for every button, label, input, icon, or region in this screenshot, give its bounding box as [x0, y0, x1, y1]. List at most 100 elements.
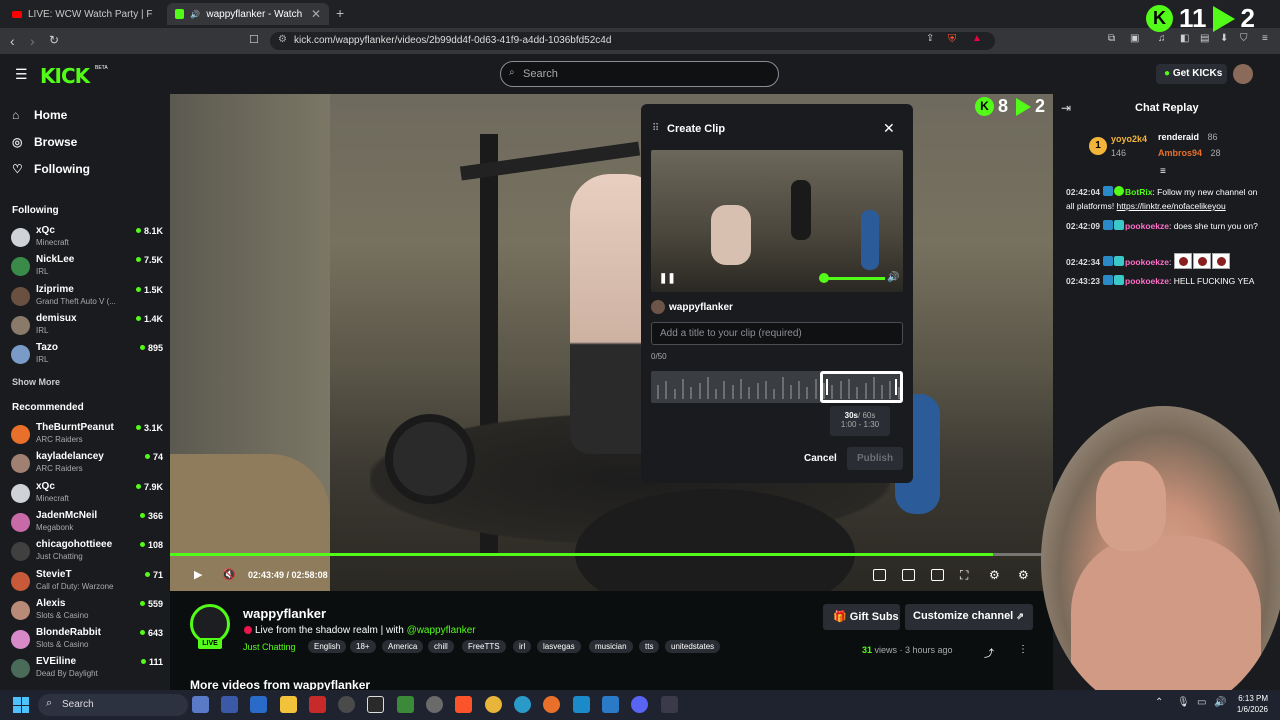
tag-chip[interactable]: tts	[639, 640, 660, 653]
vpn-icon[interactable]: ⛉	[1240, 33, 1248, 44]
hamburger-menu-icon[interactable]: ☰	[15, 66, 28, 83]
sidebar-channel[interactable]: Tazo IRL 895	[11, 342, 163, 368]
close-tab-icon[interactable]: ✕	[311, 7, 321, 21]
taskbar-app-icon[interactable]	[661, 696, 678, 713]
forward-icon[interactable]: ›	[30, 33, 35, 49]
drag-handle-icon[interactable]: ⠿	[652, 123, 659, 134]
reading-list-icon[interactable]: ▤	[1200, 33, 1209, 44]
clip-icon[interactable]	[873, 569, 886, 581]
windows-start-icon[interactable]	[13, 697, 29, 713]
sidebar-channel[interactable]: Alexis Slots & Casino 559	[11, 598, 163, 624]
taskbar-app-icon[interactable]	[192, 696, 209, 713]
category-link[interactable]: Just Chatting	[243, 642, 296, 652]
tag-chip[interactable]: 18+	[350, 640, 376, 653]
preview-volume-slider[interactable]	[825, 277, 885, 280]
vscode-icon[interactable]	[602, 696, 619, 713]
tag-chip[interactable]: unitedstates	[665, 640, 721, 653]
edge-icon[interactable]	[514, 696, 531, 713]
pause-icon[interactable]: ❚❚	[659, 273, 676, 284]
downloads-icon[interactable]: ⬇	[1220, 33, 1228, 44]
sidebar-channel[interactable]: JadenMcNeil Megabonk 366	[11, 510, 163, 536]
settings-icon[interactable]: ⚙	[989, 568, 1000, 582]
expand-gifters-icon[interactable]: ≡	[1160, 166, 1166, 177]
share-icon[interactable]: ⤴	[984, 645, 994, 660]
more-options-icon[interactable]: ⋮	[1018, 644, 1028, 655]
sidebar-channel[interactable]: demisux IRL 1.4K	[11, 313, 163, 339]
tag-chip[interactable]: musician	[589, 640, 633, 653]
system-clock[interactable]: 6:13 PM 1/6/2026	[1232, 693, 1268, 715]
sidebar-channel[interactable]: TheBurntPeanut ARC Raiders 3.1K	[11, 422, 163, 448]
miniplayer-icon[interactable]	[931, 569, 944, 581]
brave-rewards-icon[interactable]: ▲	[972, 33, 982, 44]
customize-channel-button[interactable]: Customize channel ⇗	[905, 604, 1033, 630]
taskbar-app-icon[interactable]	[338, 696, 355, 713]
sidebar-item-browse[interactable]: ◎ Browse	[12, 135, 77, 149]
taskbar-search[interactable]: ⌕ Search	[38, 694, 188, 716]
chat-link[interactable]: https://linktr.ee/nofacelikeyou	[1117, 201, 1226, 211]
sidebar-channel[interactable]: Iziprime Grand Theft Auto V (... 1.5K	[11, 284, 163, 310]
chat-username[interactable]: pookoekze	[1125, 257, 1169, 267]
tag-chip[interactable]: English	[308, 640, 347, 653]
mute-button[interactable]: 🔇	[222, 568, 236, 581]
chat-username[interactable]: pookoekze	[1125, 221, 1169, 231]
publish-button[interactable]: Publish	[847, 447, 903, 470]
sidebar-toggle-icon[interactable]: ◧	[1180, 33, 1189, 44]
menu-icon[interactable]: ≡	[1262, 33, 1268, 44]
sidebar-channel[interactable]: xQc Minecraft 8.1K	[11, 225, 163, 251]
tag-chip[interactable]: America	[382, 640, 424, 653]
network-icon[interactable]: ▭	[1197, 697, 1206, 708]
gifter-2[interactable]: renderaid 86	[1158, 132, 1218, 142]
clip-selection-range[interactable]	[820, 371, 903, 403]
volume-icon[interactable]: 🔊	[887, 272, 899, 283]
discord-icon[interactable]	[631, 696, 648, 713]
fullscreen-icon[interactable]: ⛶	[960, 568, 968, 583]
browser-tab-1[interactable]: LIVE: WCW Watch Party | Full PPVs, C	[4, 3, 164, 25]
wallet-icon[interactable]: ▣	[1130, 33, 1139, 44]
sidebar-channel[interactable]: xQc Minecraft 7.9K	[11, 481, 163, 507]
reload-icon[interactable]: ↻	[49, 33, 59, 47]
sidebar-channel[interactable]: StevieT Call of Duty: Warzone 71	[11, 569, 163, 595]
channel-name[interactable]: wappyflanker	[243, 606, 326, 621]
chat-username[interactable]: pookoekze	[1125, 276, 1169, 286]
cancel-button[interactable]: Cancel	[804, 453, 837, 464]
tag-chip[interactable]: chill	[428, 640, 454, 653]
kick-logo[interactable]: KICK	[40, 64, 90, 88]
gift-subs-button[interactable]: 🎁 Gift Subs	[823, 604, 900, 630]
site-info-icon[interactable]: ⚙	[278, 34, 287, 45]
tray-overflow-icon[interactable]: ⌃	[1155, 697, 1163, 708]
gifter-3[interactable]: Ambros94 28	[1158, 148, 1221, 158]
gifter-1[interactable]: yoyo2k4	[1111, 134, 1147, 144]
tag-chip[interactable]: lasvegas	[537, 640, 581, 653]
brave-shield-icon[interactable]: ⛨	[948, 33, 956, 46]
taskbar-app-icon[interactable]	[250, 696, 267, 713]
theater-icon[interactable]	[902, 569, 915, 581]
brave-browser-icon[interactable]	[455, 696, 472, 713]
sidebar-channel[interactable]: chicagohottieee Just Chatting 108	[11, 539, 163, 565]
sidebar-item-home[interactable]: ⌂ Home	[12, 108, 67, 122]
sidebar-channel[interactable]: NickLee IRL 7.5K	[11, 254, 163, 280]
bookmark-icon[interactable]: ☐	[249, 33, 259, 46]
close-icon[interactable]: ✕	[883, 120, 895, 137]
extensions-icon[interactable]: ⧉	[1108, 33, 1115, 44]
tag-chip[interactable]: FreeTTS	[462, 640, 506, 653]
tag-chip[interactable]: irl	[513, 640, 532, 653]
collapse-chat-icon[interactable]: ⇥	[1061, 101, 1071, 115]
video-player[interactable]	[170, 94, 1053, 591]
get-kicks-button[interactable]: ● Get KICKs	[1156, 64, 1227, 84]
taskbar-app-icon[interactable]	[221, 696, 238, 713]
range-start-handle[interactable]	[826, 379, 828, 395]
show-more-link[interactable]: Show More	[12, 377, 60, 387]
firefox-icon[interactable]	[543, 696, 560, 713]
media-icon[interactable]: ♫	[1158, 33, 1166, 44]
play-button[interactable]: ▶	[194, 568, 202, 581]
taskbar-app-icon[interactable]	[426, 696, 443, 713]
microphone-icon[interactable]: 🎙	[1177, 697, 1190, 708]
sidebar-item-following[interactable]: ♡ Following	[12, 162, 90, 176]
clip-title-input[interactable]: Add a title to your clip (required)	[651, 322, 903, 345]
taskbar-app-icon[interactable]	[309, 696, 326, 713]
new-tab-button[interactable]: +	[336, 5, 344, 21]
clip-preview[interactable]: ❚❚ 🔊	[651, 150, 903, 292]
browser-tab-2[interactable]: 🔊 wappyflanker - Watch the VO ✕	[167, 3, 329, 25]
sidebar-channel[interactable]: kayladelancey ARC Raiders 74	[11, 451, 163, 477]
chat-username[interactable]: BotRix	[1125, 187, 1152, 197]
